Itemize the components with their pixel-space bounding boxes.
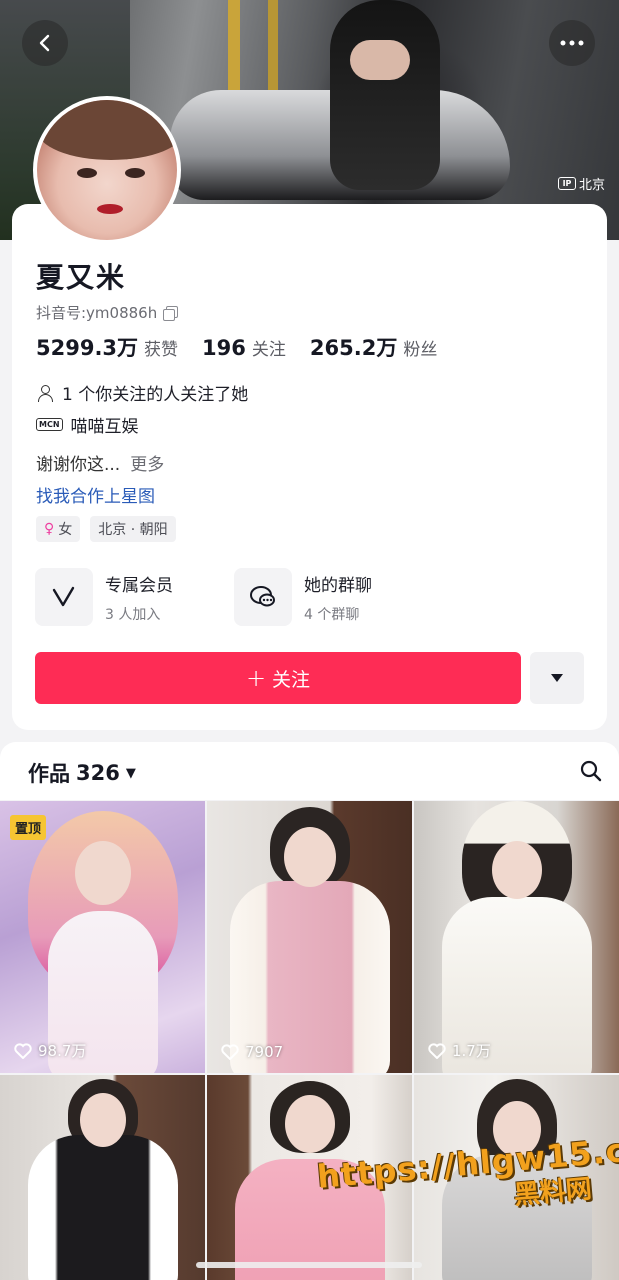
thumbnail-face: [491, 841, 542, 899]
group-chat-feature[interactable]: 她的群聊 4 个群聊: [234, 568, 372, 626]
like-count: 1.7万: [428, 1040, 491, 1061]
chevron-left-icon: [39, 34, 50, 52]
stat-label: 获赞: [144, 340, 179, 360]
caret-down-icon: ▼: [125, 765, 136, 781]
mcn-icon: MCN: [36, 418, 63, 431]
person-icon: [36, 384, 54, 402]
video-thumbnail[interactable]: 1.7万: [414, 801, 619, 1073]
like-count-text: 7907: [245, 1043, 284, 1061]
stat-label: 关注: [251, 340, 286, 360]
gender-tag: ♀ 女: [36, 516, 81, 542]
stat-followers[interactable]: 265.2万 粉丝: [310, 332, 437, 362]
mutual-follow-row[interactable]: 1 个你关注的人关注了她: [36, 380, 248, 405]
avatar-hair: [37, 100, 177, 160]
like-count-text: 98.7万: [38, 1042, 87, 1060]
douyin-id[interactable]: 抖音号:ym0886h: [36, 302, 179, 323]
banner-rider: [330, 0, 440, 190]
chat-bubbles-icon: [234, 568, 292, 626]
pinned-badge: 置顶: [10, 815, 47, 840]
search-button[interactable]: [580, 760, 602, 786]
heart-icon: [428, 1042, 446, 1059]
like-count-text: 1.7万: [452, 1042, 491, 1060]
stat-value: 265.2万: [309, 336, 398, 360]
member-feature[interactable]: 专属会员 3 人加入: [35, 568, 173, 626]
feature-sub: 4 个群聊: [304, 606, 360, 623]
thumbnail-face: [74, 841, 131, 905]
works-count: 326: [76, 761, 120, 785]
heart-icon: [14, 1042, 32, 1059]
stat-likes[interactable]: 5299.3万 获赞: [36, 332, 178, 362]
bio-more-link[interactable]: 更多: [130, 455, 164, 475]
video-thumbnail[interactable]: 7907: [207, 801, 412, 1073]
avatar-eye: [77, 168, 97, 178]
profile-tags: ♀ 女 北京 · 朝阳: [36, 516, 176, 542]
v-member-icon: [35, 568, 93, 626]
stat-label: 粉丝: [403, 340, 438, 360]
thumbnail-face: [283, 827, 336, 887]
video-thumbnail[interactable]: 置顶 98.7万: [0, 801, 205, 1073]
mcn-text: 喵喵互娱: [70, 417, 139, 437]
thumbnail-face: [284, 1095, 335, 1153]
works-tab-bar: 作品 326 ▼: [0, 742, 619, 800]
follow-dropdown-button[interactable]: [530, 652, 584, 704]
mcn-row[interactable]: MCN 喵喵互娱: [36, 412, 139, 437]
works-tab[interactable]: 作品 326 ▼: [28, 758, 136, 788]
copy-icon[interactable]: [163, 305, 179, 321]
stat-following[interactable]: 196 关注: [202, 335, 286, 360]
follow-button[interactable]: + 关注: [35, 652, 521, 704]
feature-title: 专属会员: [105, 575, 173, 596]
thumbnail-figure: [27, 1135, 178, 1280]
ip-location-text: 北京: [579, 178, 606, 193]
female-icon: ♀: [44, 521, 55, 537]
profile-name: 夏又米: [36, 261, 127, 294]
feature-sub: 3 人加入: [105, 606, 161, 623]
profile-card: 夏又米 抖音号:ym0886h 5299.3万 获赞 196 关注 265.2万…: [12, 204, 607, 730]
ip-icon: IP: [558, 177, 576, 190]
location-tag: 北京 · 朝阳: [90, 516, 176, 542]
banner-rider-skin: [350, 40, 410, 80]
like-count: 98.7万: [14, 1040, 86, 1061]
home-indicator[interactable]: [196, 1262, 422, 1268]
heart-icon: [221, 1044, 239, 1060]
search-icon: [580, 760, 602, 782]
profile-stats: 5299.3万 获赞 196 关注 265.2万 粉丝: [36, 332, 437, 362]
feature-title: 她的群聊: [304, 575, 372, 596]
works-label: 作品: [28, 762, 70, 786]
stat-value: 5299.3万: [36, 336, 139, 360]
cooperation-link[interactable]: 找我合作上星图: [36, 482, 155, 507]
more-button[interactable]: [549, 20, 595, 66]
mutual-follow-text: 1 个你关注的人关注了她: [62, 385, 249, 405]
ip-location: IP 北京: [558, 174, 605, 193]
bio: 谢谢你这... 更多: [36, 450, 164, 475]
stat-value: 196: [202, 336, 246, 360]
thumbnail-face: [79, 1093, 126, 1147]
avatar[interactable]: [33, 96, 181, 244]
video-thumbnail[interactable]: [0, 1075, 205, 1280]
back-button[interactable]: [22, 20, 68, 66]
gender-text: 女: [58, 522, 73, 538]
douyin-id-text: 抖音号:ym0886h: [36, 304, 158, 322]
more-horizontal-icon: [560, 40, 584, 46]
avatar-eye: [125, 168, 145, 178]
follow-label: 关注: [272, 668, 311, 691]
caret-down-icon: [551, 674, 563, 682]
bio-text: 谢谢你这...: [36, 455, 121, 475]
plus-icon: +: [245, 664, 267, 692]
avatar-lips: [97, 204, 123, 214]
like-count: 7907: [221, 1043, 283, 1061]
